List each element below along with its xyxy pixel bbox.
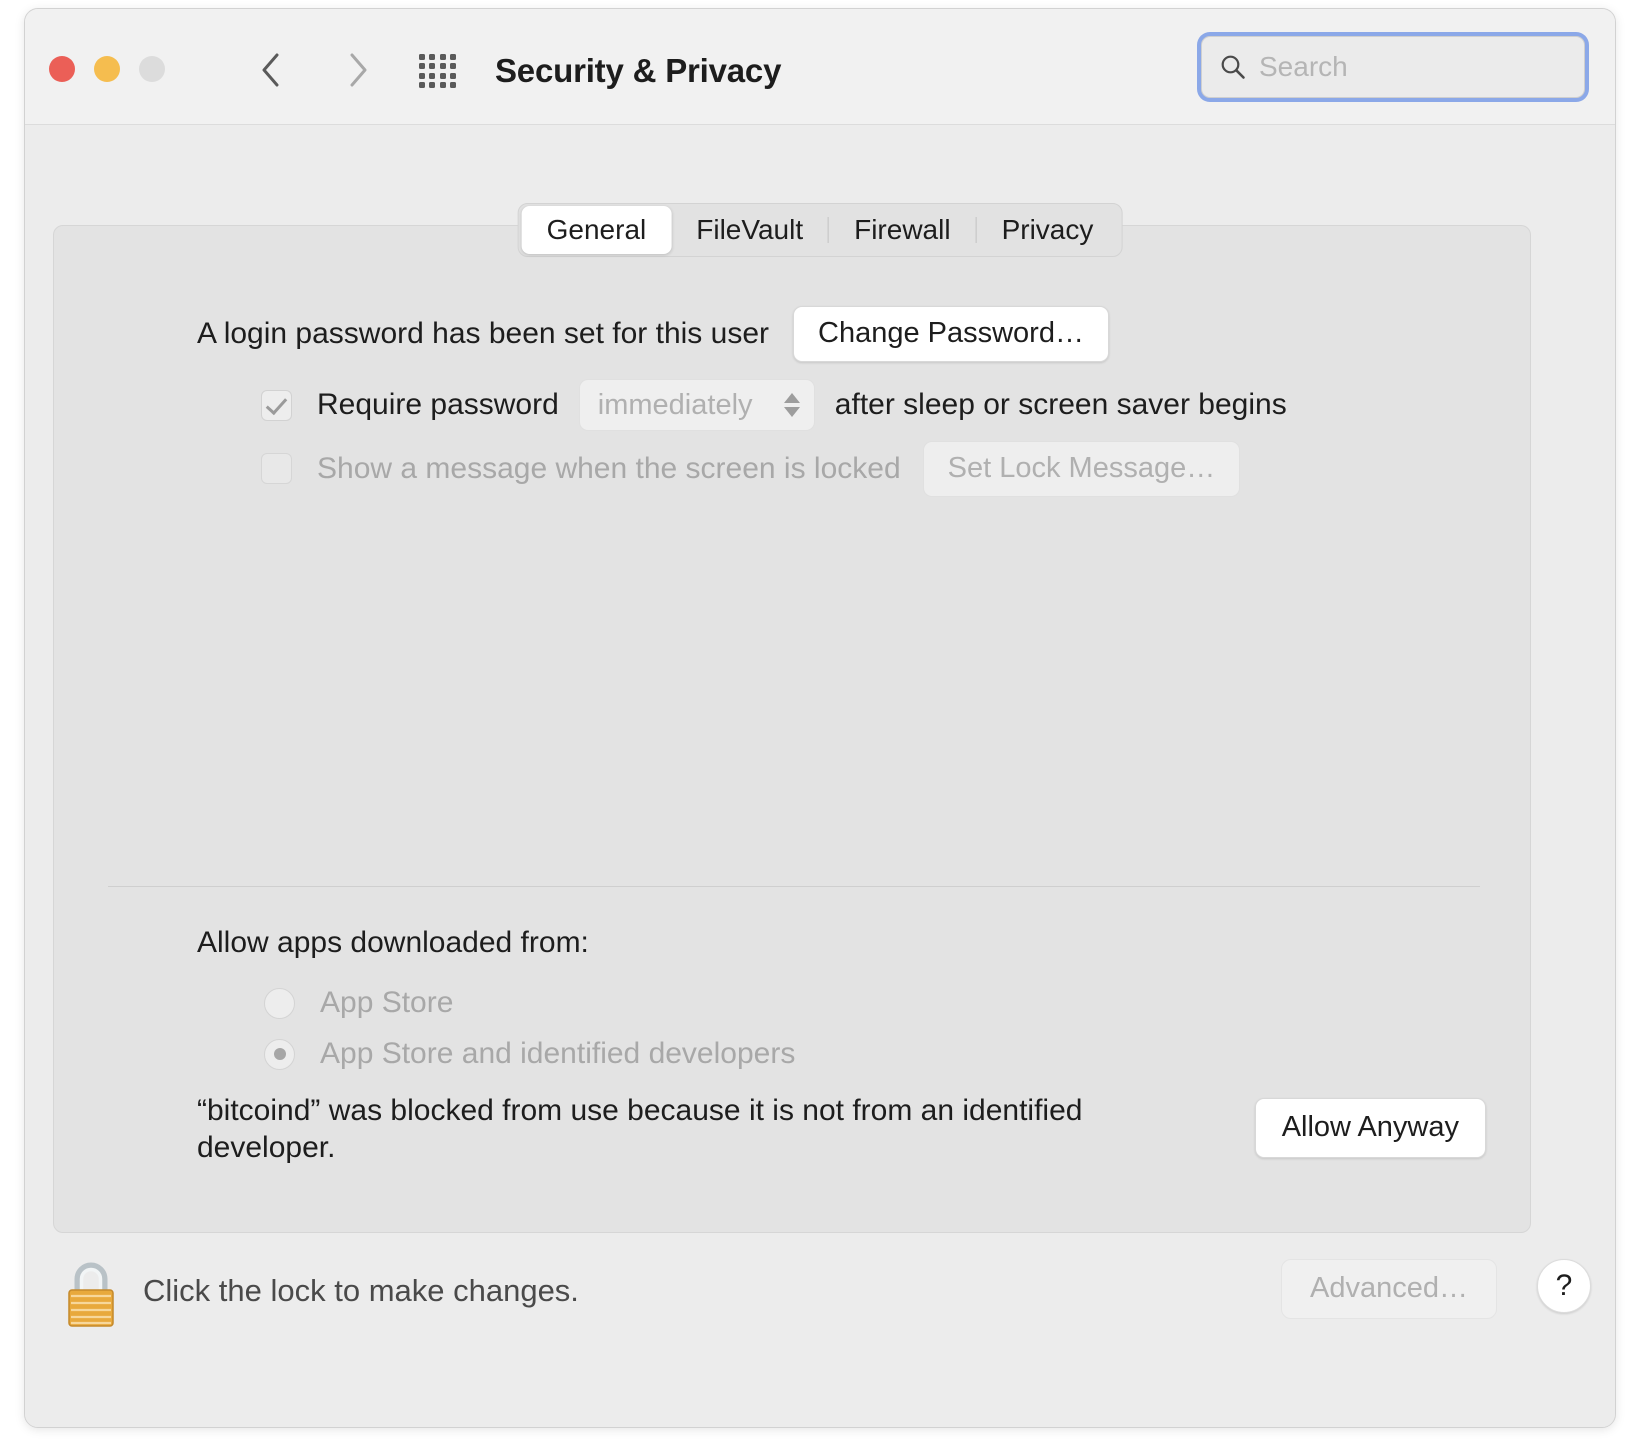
search-icon [1220, 54, 1246, 80]
login-password-status: A login password has been set for this u… [197, 316, 769, 350]
allow-anyway-button[interactable]: Allow Anyway [1254, 1098, 1486, 1158]
radio-app-store-label: App Store [320, 986, 454, 1019]
page-title: Security & Privacy [495, 52, 782, 89]
tab-general[interactable]: General [521, 206, 672, 254]
tab-privacy[interactable]: Privacy [977, 206, 1119, 254]
lock-hint-text: Click the lock to make changes. [143, 1273, 579, 1308]
tab-filevault[interactable]: FileVault [671, 206, 828, 254]
radio-app-store-and-identified-developers[interactable] [264, 1038, 295, 1070]
close-button[interactable] [49, 56, 75, 82]
back-button[interactable] [247, 46, 293, 94]
require-password-checkbox[interactable] [261, 389, 292, 421]
chevron-updown-icon [783, 393, 800, 417]
tab-bar: General FileVault Firewall Privacy [517, 203, 1123, 257]
chevron-left-icon [261, 53, 280, 87]
lock-message-row: Show a message when the screen is locked… [261, 441, 1241, 497]
require-password-interval-value: immediately [597, 388, 753, 421]
security-privacy-window: Security & Privacy General FileVault Fir… [24, 8, 1616, 1428]
search-field[interactable] [1201, 36, 1585, 98]
require-password-interval-select[interactable]: immediately [578, 379, 815, 431]
login-password-row: A login password has been set for this u… [197, 306, 1109, 362]
radio-app-store-and-identified-developers-label: App Store and identified developers [320, 1037, 796, 1070]
general-settings-panel: A login password has been set for this u… [53, 225, 1531, 1233]
require-password-label: Require password [317, 388, 559, 421]
require-password-trailing-label: after sleep or screen saver begins [834, 388, 1287, 421]
allow-apps-heading-row: Allow apps downloaded from: [197, 926, 589, 960]
allow-apps-heading: Allow apps downloaded from: [197, 926, 589, 959]
change-password-button[interactable]: Change Password… [793, 306, 1109, 362]
radio-app-store[interactable] [264, 987, 295, 1019]
help-button[interactable]: ? [1537, 1259, 1591, 1313]
padlock-closed-icon[interactable] [61, 1257, 121, 1329]
require-password-row: Require password immediately after sleep… [261, 379, 1287, 431]
zoom-button[interactable] [139, 56, 165, 82]
search-input[interactable] [1259, 51, 1549, 83]
chevron-right-icon [349, 53, 368, 87]
tab-firewall[interactable]: Firewall [829, 206, 975, 254]
set-lock-message-button[interactable]: Set Lock Message… [922, 441, 1241, 497]
window-footer: Click the lock to make changes. Advanced… [25, 1237, 1615, 1427]
show-lock-message-checkbox[interactable] [261, 453, 292, 485]
window-titlebar: Security & Privacy [25, 9, 1615, 125]
show-all-grid-icon[interactable] [415, 49, 461, 93]
blocked-app-message: “bitcoind” was blocked from use because … [197, 1094, 1083, 1164]
show-lock-message-label: Show a message when the screen is locked [317, 451, 901, 485]
traffic-light-buttons [49, 56, 165, 82]
advanced-button[interactable]: Advanced… [1281, 1259, 1497, 1319]
window-body: General FileVault Firewall Privacy A log… [25, 125, 1615, 1427]
allow-apps-option-appstore[interactable]: App Store [264, 986, 453, 1020]
section-divider [108, 886, 1480, 887]
minimize-button[interactable] [94, 56, 120, 82]
allow-apps-option-identified-developers[interactable]: App Store and identified developers [264, 1037, 795, 1071]
forward-button[interactable] [335, 46, 381, 94]
